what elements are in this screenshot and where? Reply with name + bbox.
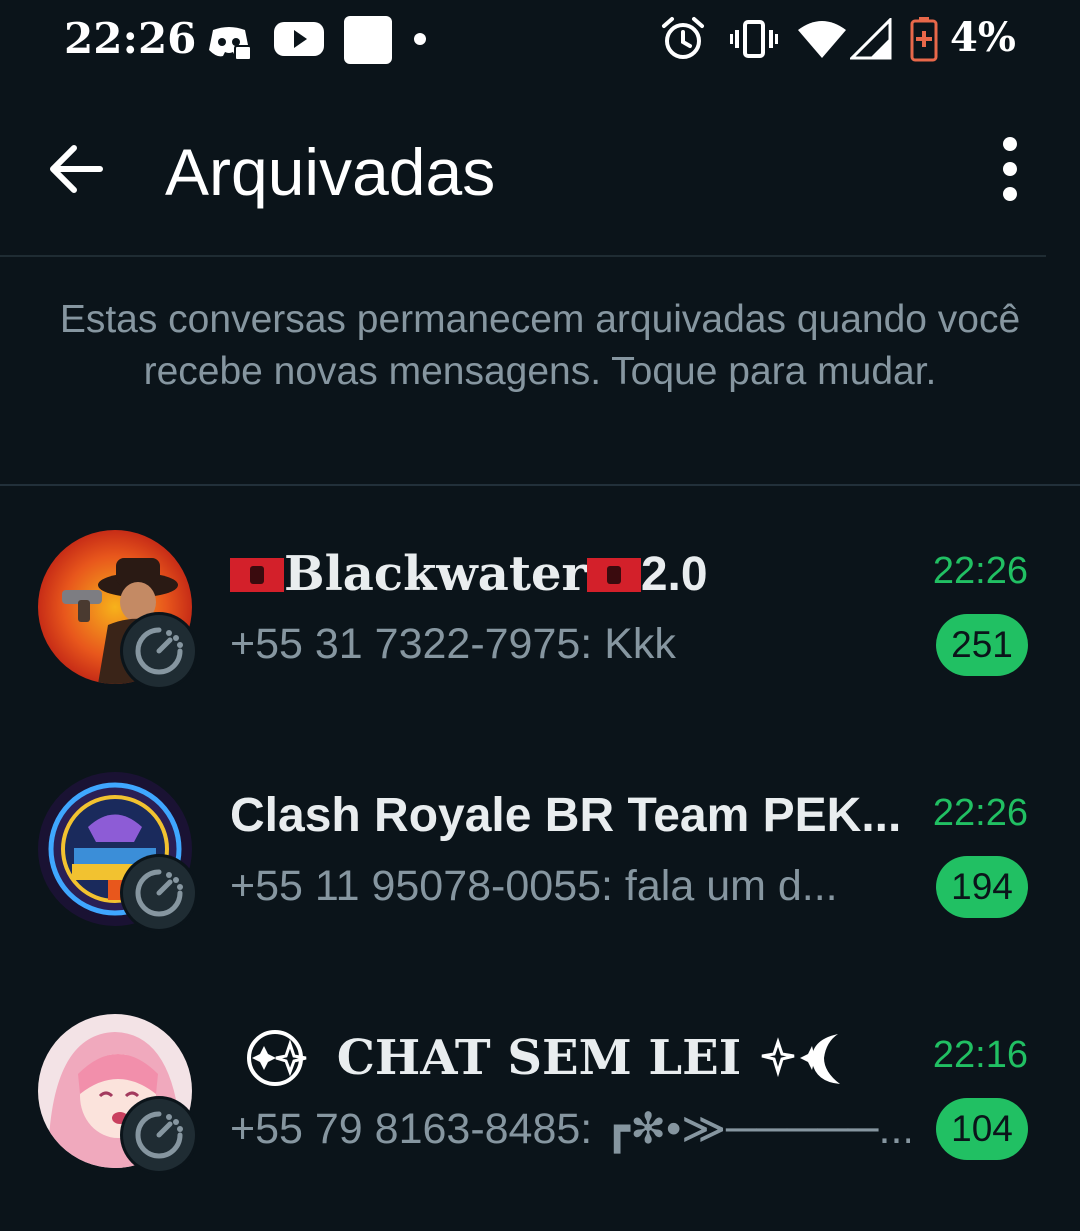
page-title: Arquivadas	[165, 135, 496, 209]
unread-badge: 251	[936, 614, 1028, 676]
status-icon	[123, 615, 195, 687]
chat-row-clash-royale[interactable]: Clash Royale BR Team PEK... +55 11 95078…	[0, 772, 1080, 942]
chat-name: CHAT SEM LEI	[230, 1030, 910, 1088]
chat-name-suffix: 2.0	[640, 548, 708, 601]
chat-name-text: CHAT SEM LEI	[336, 1030, 742, 1086]
screen: 22:26 4% Arquivadas Estas conversas perm…	[0, 0, 1080, 1231]
chat-time: 22:26	[932, 550, 1028, 592]
star-moon-icon	[761, 1033, 840, 1084]
unread-badge: 104	[936, 1098, 1028, 1160]
sparkle-circle-icon	[247, 1030, 307, 1086]
app-bar: Arquivadas	[0, 84, 1080, 256]
vibrate-icon	[730, 20, 778, 58]
status-ring	[120, 612, 198, 690]
arrow-back-icon[interactable]	[42, 134, 112, 204]
status-ring	[120, 1096, 198, 1174]
battery-percent: 4%	[950, 14, 1016, 61]
chat-name: Clash Royale BR Team PEK...	[230, 789, 902, 842]
status-icon	[123, 1099, 195, 1171]
archive-info-text[interactable]: Estas conversas permanecem arquivadas qu…	[30, 294, 1050, 398]
alarm-icon	[662, 17, 704, 59]
chat-time: 22:26	[932, 792, 1028, 834]
status-icon	[123, 857, 195, 929]
wifi-icon	[798, 21, 846, 58]
chat-row-blackwater[interactable]: Blackwater 2.0 +55 31 7322-7975: Kkk 22:2…	[0, 530, 1080, 700]
discord-icon	[209, 27, 252, 61]
divider	[0, 255, 1046, 257]
battery-icon	[910, 17, 938, 62]
status-time: 22:26	[64, 14, 197, 63]
albania-flag-icon	[230, 557, 284, 592]
chat-time: 22:16	[932, 1034, 1028, 1076]
more-vert-icon[interactable]	[990, 134, 1030, 204]
chat-name: Blackwater 2.0	[230, 546, 910, 602]
last-message: +55 11 95078-0055: fala um d...	[230, 862, 838, 910]
status-bar: 22:26 4%	[0, 0, 1080, 84]
signal-icon	[850, 18, 892, 60]
albania-flag-icon	[586, 557, 641, 592]
chat-name-text: Blackwater	[284, 546, 587, 602]
youtube-icon	[274, 22, 324, 56]
last-message: +55 79 8163-8485: ┏✻•≫─────...	[230, 1105, 910, 1153]
status-ring	[120, 854, 198, 932]
chat-row-chat-sem-lei[interactable]: CHAT SEM LEI +55 79 8163-8485: ┏✻•≫─────…	[0, 1014, 1080, 1184]
dot-icon	[414, 33, 426, 45]
square-icon	[344, 16, 392, 64]
divider	[0, 484, 1080, 486]
unread-badge: 194	[936, 856, 1028, 918]
last-message: +55 31 7322-7975: Kkk	[230, 620, 676, 668]
